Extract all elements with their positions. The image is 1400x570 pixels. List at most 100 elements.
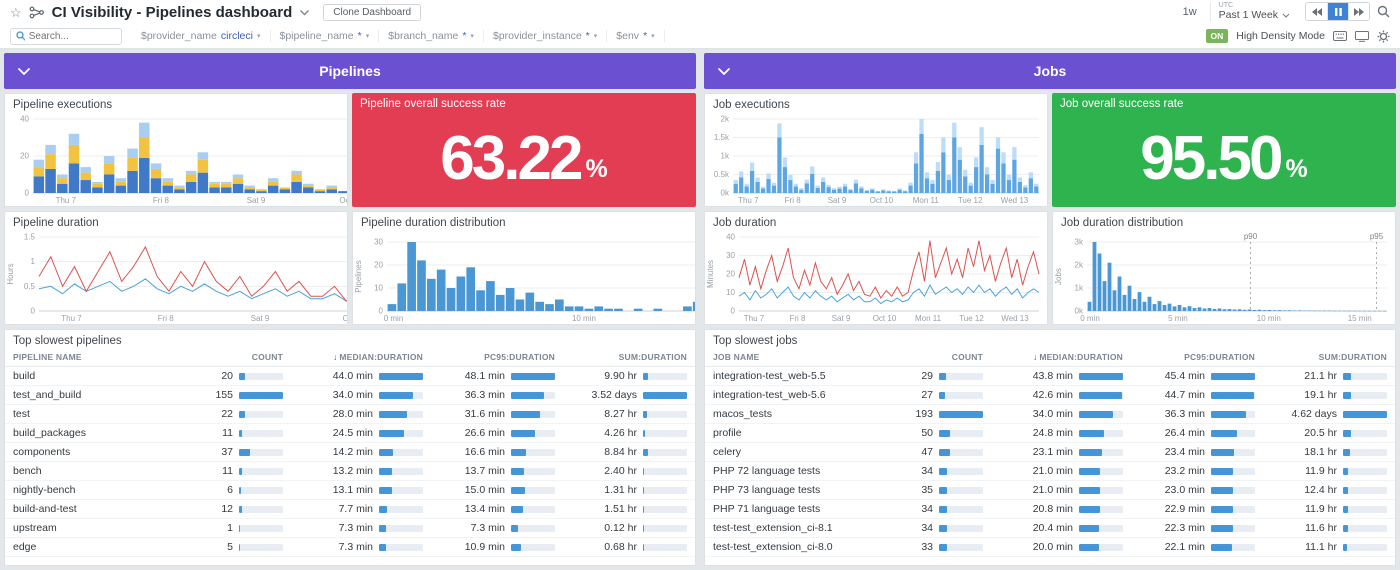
timeframe-shortcut[interactable]: 1w (1177, 5, 1203, 19)
job-duration-plot[interactable]: 010203040MinutesThu 7Fri 8Sat 9Oct 10Mon… (705, 230, 1047, 324)
column-header-3[interactable]: PC95:DURATION (1123, 352, 1255, 362)
table-row-6[interactable]: nightly-bench613.1 min15.0 min1.31 hr (5, 481, 695, 500)
cell-median: 21.0 min (983, 484, 1123, 496)
value-bar-fill (239, 430, 242, 437)
table-row-9[interactable]: test-test_extension_ci-8.03320.0 min22.1… (705, 538, 1395, 557)
value-bar (643, 468, 687, 475)
jobs-duration-chart[interactable]: 010203040MinutesThu 7Fri 8Sat 9Oct 10Mon… (705, 230, 1047, 324)
high-density-toggle[interactable]: ON (1206, 29, 1229, 43)
table-row-3[interactable]: build_packages1124.5 min26.6 min4.26 hr (5, 424, 695, 443)
template-variable-env[interactable]: $env*▾ (607, 30, 664, 42)
column-header-2[interactable]: ↓MEDIAN:DURATION (283, 352, 423, 362)
template-variable-provider_name[interactable]: $provider_namecircleci▾ (132, 30, 271, 42)
pipeline-duration-plot[interactable]: 00.511.5HoursThu 7Fri 8Sat 9Oct 10Mon 11… (5, 230, 348, 324)
job-duration-distribution-plot[interactable]: 0k1k2k3kJobs0 min5 min10 min15 minp90p95 (1053, 230, 1395, 324)
cell-value: 45.4 min (1165, 370, 1205, 382)
table-row-9[interactable]: edge57.3 min10.9 min0.68 hr (5, 538, 695, 557)
table-row-0[interactable]: integration-test_web-5.52943.8 min45.4 m… (705, 367, 1395, 386)
value-bar-fill (511, 411, 540, 418)
keyboard-icon[interactable] (1333, 31, 1347, 41)
tv-screen-icon[interactable] (1355, 31, 1369, 42)
table-row-8[interactable]: test-test_extension_ci-8.13420.4 min22.3… (705, 519, 1395, 538)
column-header-4[interactable]: SUM:DURATION (1255, 352, 1387, 362)
cell-value: 43.8 min (1033, 370, 1073, 382)
table-row-4[interactable]: celery4723.1 min23.4 min18.1 hr (705, 443, 1395, 462)
template-variable-pipeline_name[interactable]: $pipeline_name*▾ (271, 30, 380, 42)
column-header-1[interactable]: COUNT (881, 352, 983, 362)
jobs-distribution-chart[interactable]: 0k1k2k3kJobs0 min5 min10 min15 minp90p95 (1053, 230, 1395, 324)
template-variable-provider_instance[interactable]: $provider_instance*▾ (484, 30, 607, 42)
pipelines-duration-chart[interactable]: 00.511.5HoursThu 7Fri 8Sat 9Oct 10Mon 11… (5, 230, 347, 324)
search-box[interactable] (10, 28, 122, 45)
chevron-down-icon[interactable] (17, 67, 31, 76)
gear-icon[interactable] (1377, 30, 1390, 43)
chevron-down-icon: ▾ (594, 32, 598, 40)
percent-unit: % (1285, 155, 1307, 184)
jobs-duration-title: Job duration (705, 212, 1047, 230)
cell-value: 47 (921, 446, 933, 458)
value-bar-fill (511, 392, 544, 399)
title-chevron-down-icon[interactable] (299, 9, 310, 16)
variable-value: circleci (221, 30, 253, 42)
column-header-4[interactable]: SUM:DURATION (555, 352, 687, 362)
value-bar (1211, 449, 1255, 456)
table-row-7[interactable]: PHP 71 language tests3420.8 min22.9 min1… (705, 500, 1395, 519)
group-header-jobs[interactable]: Jobs (704, 53, 1396, 89)
cell-count: 33 (881, 541, 983, 553)
table-row-8[interactable]: upstream17.3 min7.3 min0.12 hr (5, 519, 695, 538)
skip-forward-icon (1354, 8, 1364, 16)
pipelines-distribution-chart[interactable]: 0102030Pipelines0 min10 min20 min30 minp… (353, 230, 695, 324)
clone-dashboard-button[interactable]: Clone Dashboard (323, 4, 421, 21)
table-row-1[interactable]: test_and_build15534.0 min36.3 min3.52 da… (5, 386, 695, 405)
svg-text:Oct 10: Oct 10 (339, 196, 348, 205)
variable-name: $branch_name (388, 30, 458, 42)
zoom-search-icon[interactable] (1377, 5, 1390, 18)
table-row-0[interactable]: build2044.0 min48.1 min9.90 hr (5, 367, 695, 386)
table-row-6[interactable]: PHP 73 language tests3521.0 min23.0 min1… (705, 481, 1395, 500)
timeframe-picker[interactable]: UTC Past 1 Week (1210, 2, 1298, 21)
jobs-executions-chart[interactable]: 0k0.5k1k1.5k2kThu 7Fri 8Sat 9Oct 10Mon 1… (705, 112, 1047, 206)
value-bar-fill (1343, 525, 1348, 532)
pipelines-executions-title: Pipeline executions (5, 94, 347, 112)
cell-pc95: 15.0 min (423, 484, 555, 496)
pipelines-executions-chart[interactable]: 02040Thu 7Fri 8Sat 9Oct 10Mon 11Tue 12We… (5, 112, 347, 206)
table-row-7[interactable]: build-and-test127.7 min13.4 min1.51 hr (5, 500, 695, 519)
pause-button[interactable] (1327, 3, 1348, 20)
table-row-3[interactable]: profile5024.8 min26.4 min20.5 hr (705, 424, 1395, 443)
high-density-label: High Density Mode (1236, 30, 1325, 42)
job-executions-plot[interactable]: 0k0.5k1k1.5k2kThu 7Fri 8Sat 9Oct 10Mon 1… (705, 112, 1047, 206)
table-row-2[interactable]: macos_tests19334.0 min36.3 min4.62 days (705, 405, 1395, 424)
cell-count: 193 (881, 408, 983, 420)
skip-forward-button[interactable] (1348, 3, 1369, 20)
skip-backward-button[interactable] (1306, 3, 1327, 20)
cell-sum: 11.1 hr (1255, 541, 1387, 553)
column-header-0[interactable]: PIPELINE NAME (13, 352, 181, 362)
table-row-2[interactable]: test2228.0 min31.6 min8.27 hr (5, 405, 695, 424)
column-header-2[interactable]: ↓MEDIAN:DURATION (983, 352, 1123, 362)
table-row-4[interactable]: components3714.2 min16.6 min8.84 hr (5, 443, 695, 462)
group-header-pipelines[interactable]: Pipelines (4, 53, 696, 89)
svg-text:0: 0 (731, 307, 736, 316)
jobs-success-rate-title: Job overall success rate (1052, 93, 1396, 111)
pipelines-duration-title: Pipeline duration (5, 212, 347, 230)
pipeline-executions-plot[interactable]: 02040Thu 7Fri 8Sat 9Oct 10Mon 11Tue 12We… (5, 112, 348, 206)
pipeline-duration-distribution-plot[interactable]: 0102030Pipelines0 min10 min20 min30 minp… (353, 230, 696, 324)
cell-value: 7.3 min (471, 522, 505, 534)
value-bar-fill (239, 506, 242, 513)
table-row-5[interactable]: bench1113.2 min13.7 min2.40 hr (5, 462, 695, 481)
search-input[interactable] (29, 31, 116, 42)
chevron-down-icon[interactable] (717, 67, 731, 76)
cell-median: 34.0 min (283, 389, 423, 401)
value-bar-fill (1343, 468, 1348, 475)
template-variable-branch_name[interactable]: $branch_name*▾ (379, 30, 484, 42)
column-header-3[interactable]: PC95:DURATION (423, 352, 555, 362)
table-row-5[interactable]: PHP 72 language tests3421.0 min23.2 min1… (705, 462, 1395, 481)
favorite-star-icon[interactable]: ☆ (10, 6, 22, 19)
value-bar (1211, 525, 1255, 532)
cell-count: 37 (181, 446, 283, 458)
column-header-1[interactable]: COUNT (181, 352, 283, 362)
column-header-0[interactable]: JOB NAME (713, 352, 881, 362)
table-row-1[interactable]: integration-test_web-5.62742.6 min44.7 m… (705, 386, 1395, 405)
cell-count: 34 (881, 503, 983, 515)
value-bar (1343, 468, 1387, 475)
